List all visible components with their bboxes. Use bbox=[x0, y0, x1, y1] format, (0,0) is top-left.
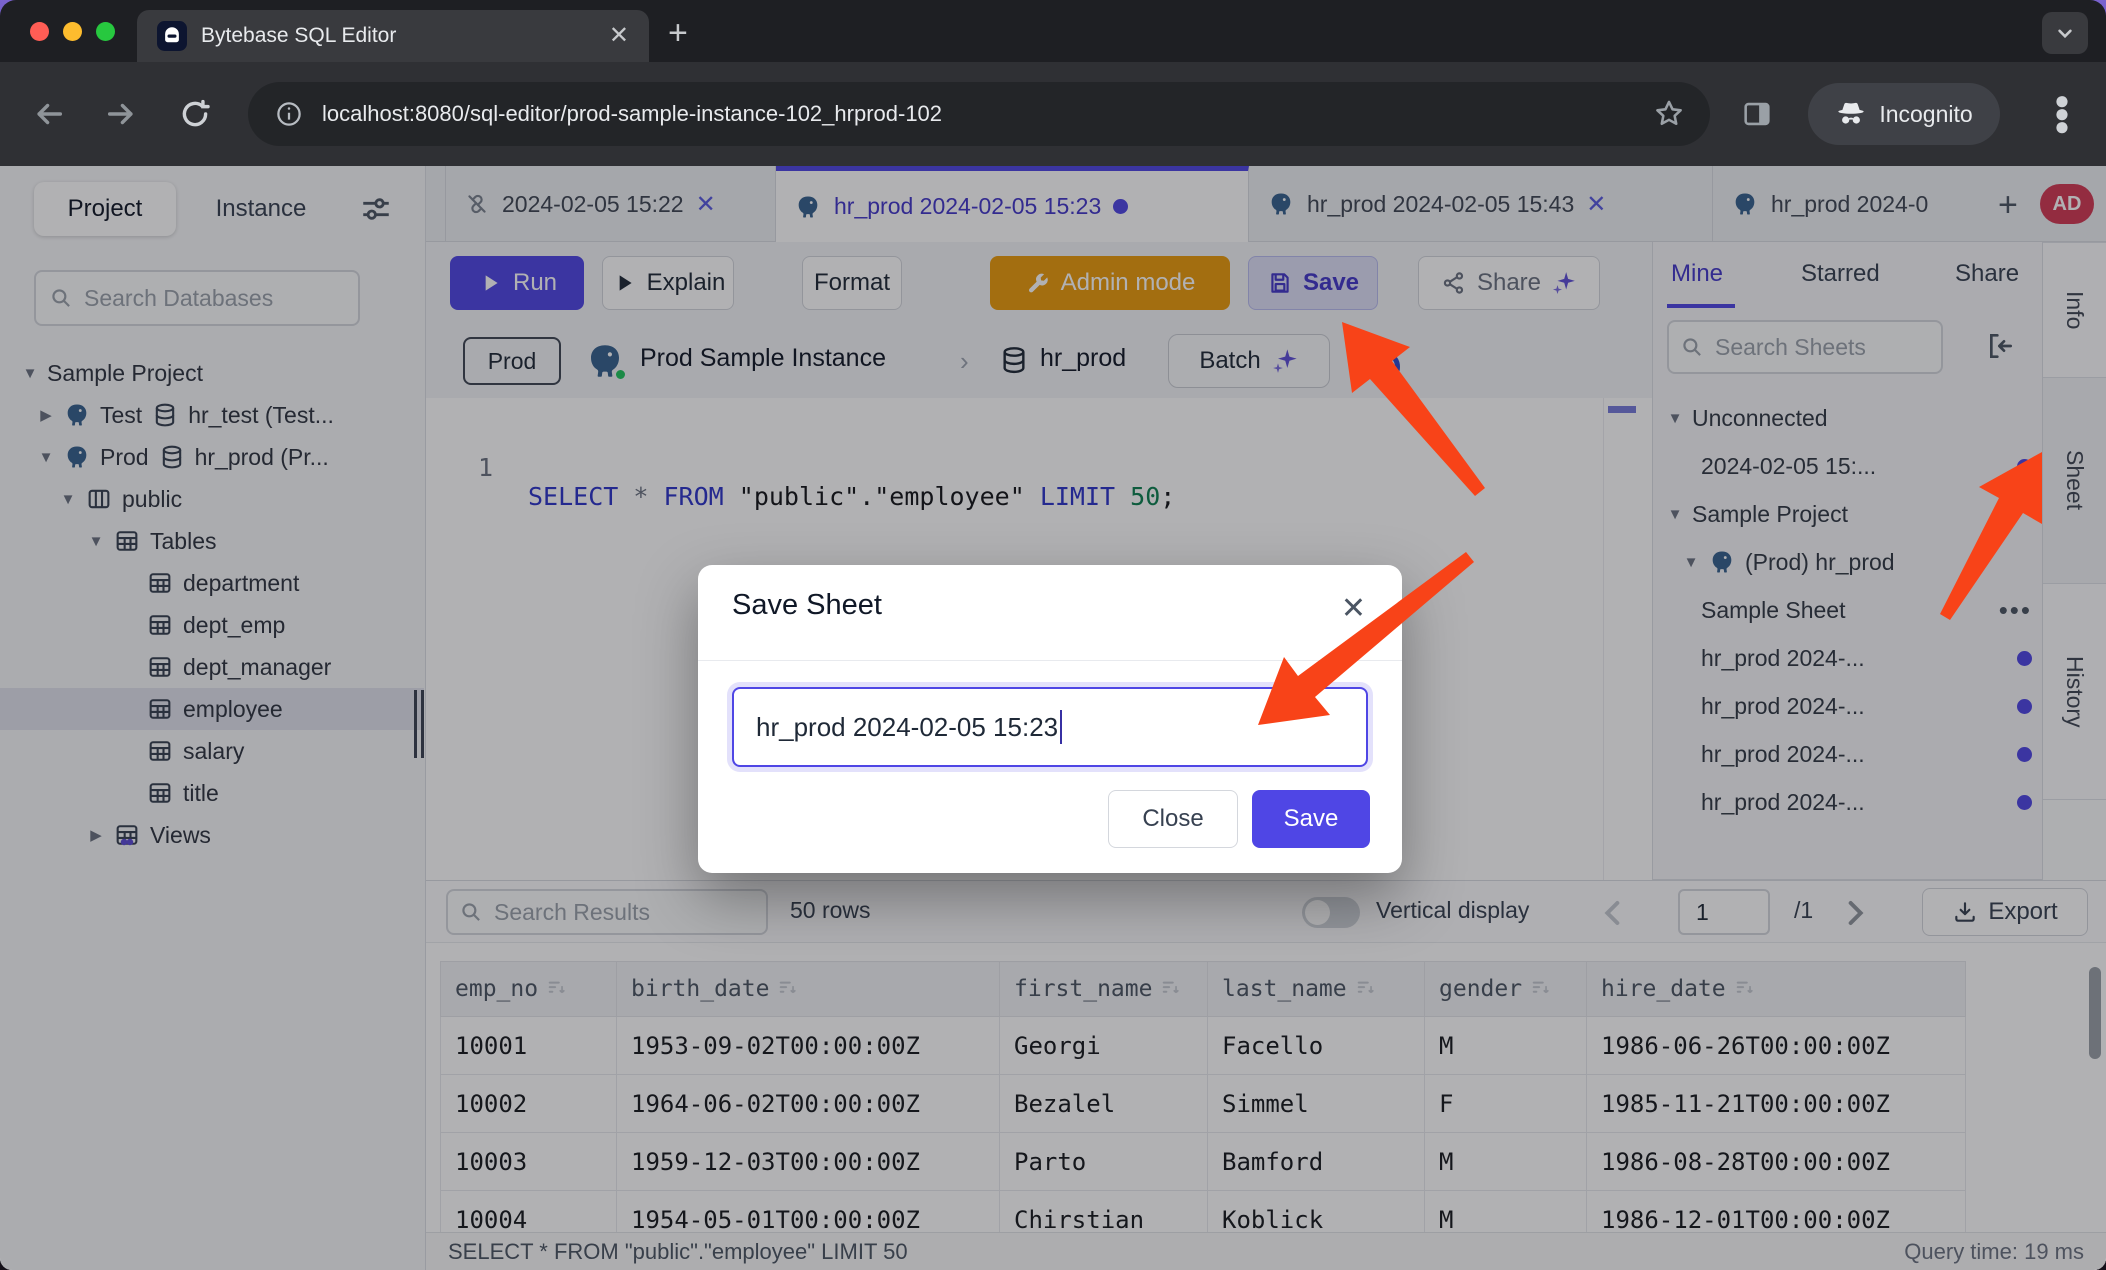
browser-window: Bytebase SQL Editor ✕ + localhost:8080/s… bbox=[0, 0, 2106, 1270]
browser-menu-button[interactable]: ●●● bbox=[2052, 94, 2072, 133]
text-cursor bbox=[1060, 710, 1062, 744]
incognito-icon bbox=[1835, 98, 1867, 130]
dialog-save-button[interactable]: Save bbox=[1252, 790, 1370, 848]
divider bbox=[698, 660, 1402, 661]
sheet-name-value: hr_prod 2024-02-05 15:23 bbox=[756, 712, 1058, 743]
site-info-icon[interactable] bbox=[274, 99, 304, 129]
browser-toolbar: localhost:8080/sql-editor/prod-sample-in… bbox=[0, 62, 2106, 166]
bookmark-star-icon[interactable] bbox=[1652, 97, 1686, 131]
traffic-light-close-icon[interactable] bbox=[30, 22, 49, 41]
traffic-light-zoom-icon[interactable] bbox=[96, 22, 115, 41]
tab-search-button[interactable] bbox=[2042, 12, 2088, 54]
dialog-title: Save Sheet bbox=[732, 589, 882, 622]
incognito-badge: Incognito bbox=[1808, 83, 2000, 145]
forward-icon[interactable] bbox=[104, 97, 138, 131]
browser-tab-title: Bytebase SQL Editor bbox=[201, 24, 595, 48]
dialog-close-icon[interactable]: ✕ bbox=[1341, 591, 1366, 626]
new-tab-button[interactable]: + bbox=[668, 14, 688, 53]
address-bar[interactable]: localhost:8080/sql-editor/prod-sample-in… bbox=[248, 82, 1710, 146]
traffic-light-minimize-icon[interactable] bbox=[63, 22, 82, 41]
chevron-down-icon bbox=[2052, 20, 2078, 46]
save-sheet-dialog: Save Sheet ✕ hr_prod 2024-02-05 15:23 Cl… bbox=[698, 565, 1402, 873]
bytebase-favicon-icon bbox=[157, 21, 187, 51]
back-icon[interactable] bbox=[32, 97, 66, 131]
reload-icon[interactable] bbox=[178, 97, 212, 131]
tab-close-icon[interactable]: ✕ bbox=[609, 24, 629, 48]
incognito-label: Incognito bbox=[1879, 101, 1972, 128]
sheet-name-input[interactable]: hr_prod 2024-02-05 15:23 bbox=[732, 687, 1368, 767]
dialog-close-button[interactable]: Close bbox=[1108, 790, 1238, 848]
browser-tabstrip: Bytebase SQL Editor ✕ + bbox=[0, 0, 2106, 62]
browser-tab[interactable]: Bytebase SQL Editor ✕ bbox=[137, 10, 649, 62]
bytebase-app: Project Instance ▼ Sample Project ▶ Test… bbox=[0, 166, 2106, 1270]
url-text: localhost:8080/sql-editor/prod-sample-in… bbox=[322, 101, 942, 127]
side-panel-icon[interactable] bbox=[1740, 97, 1774, 131]
